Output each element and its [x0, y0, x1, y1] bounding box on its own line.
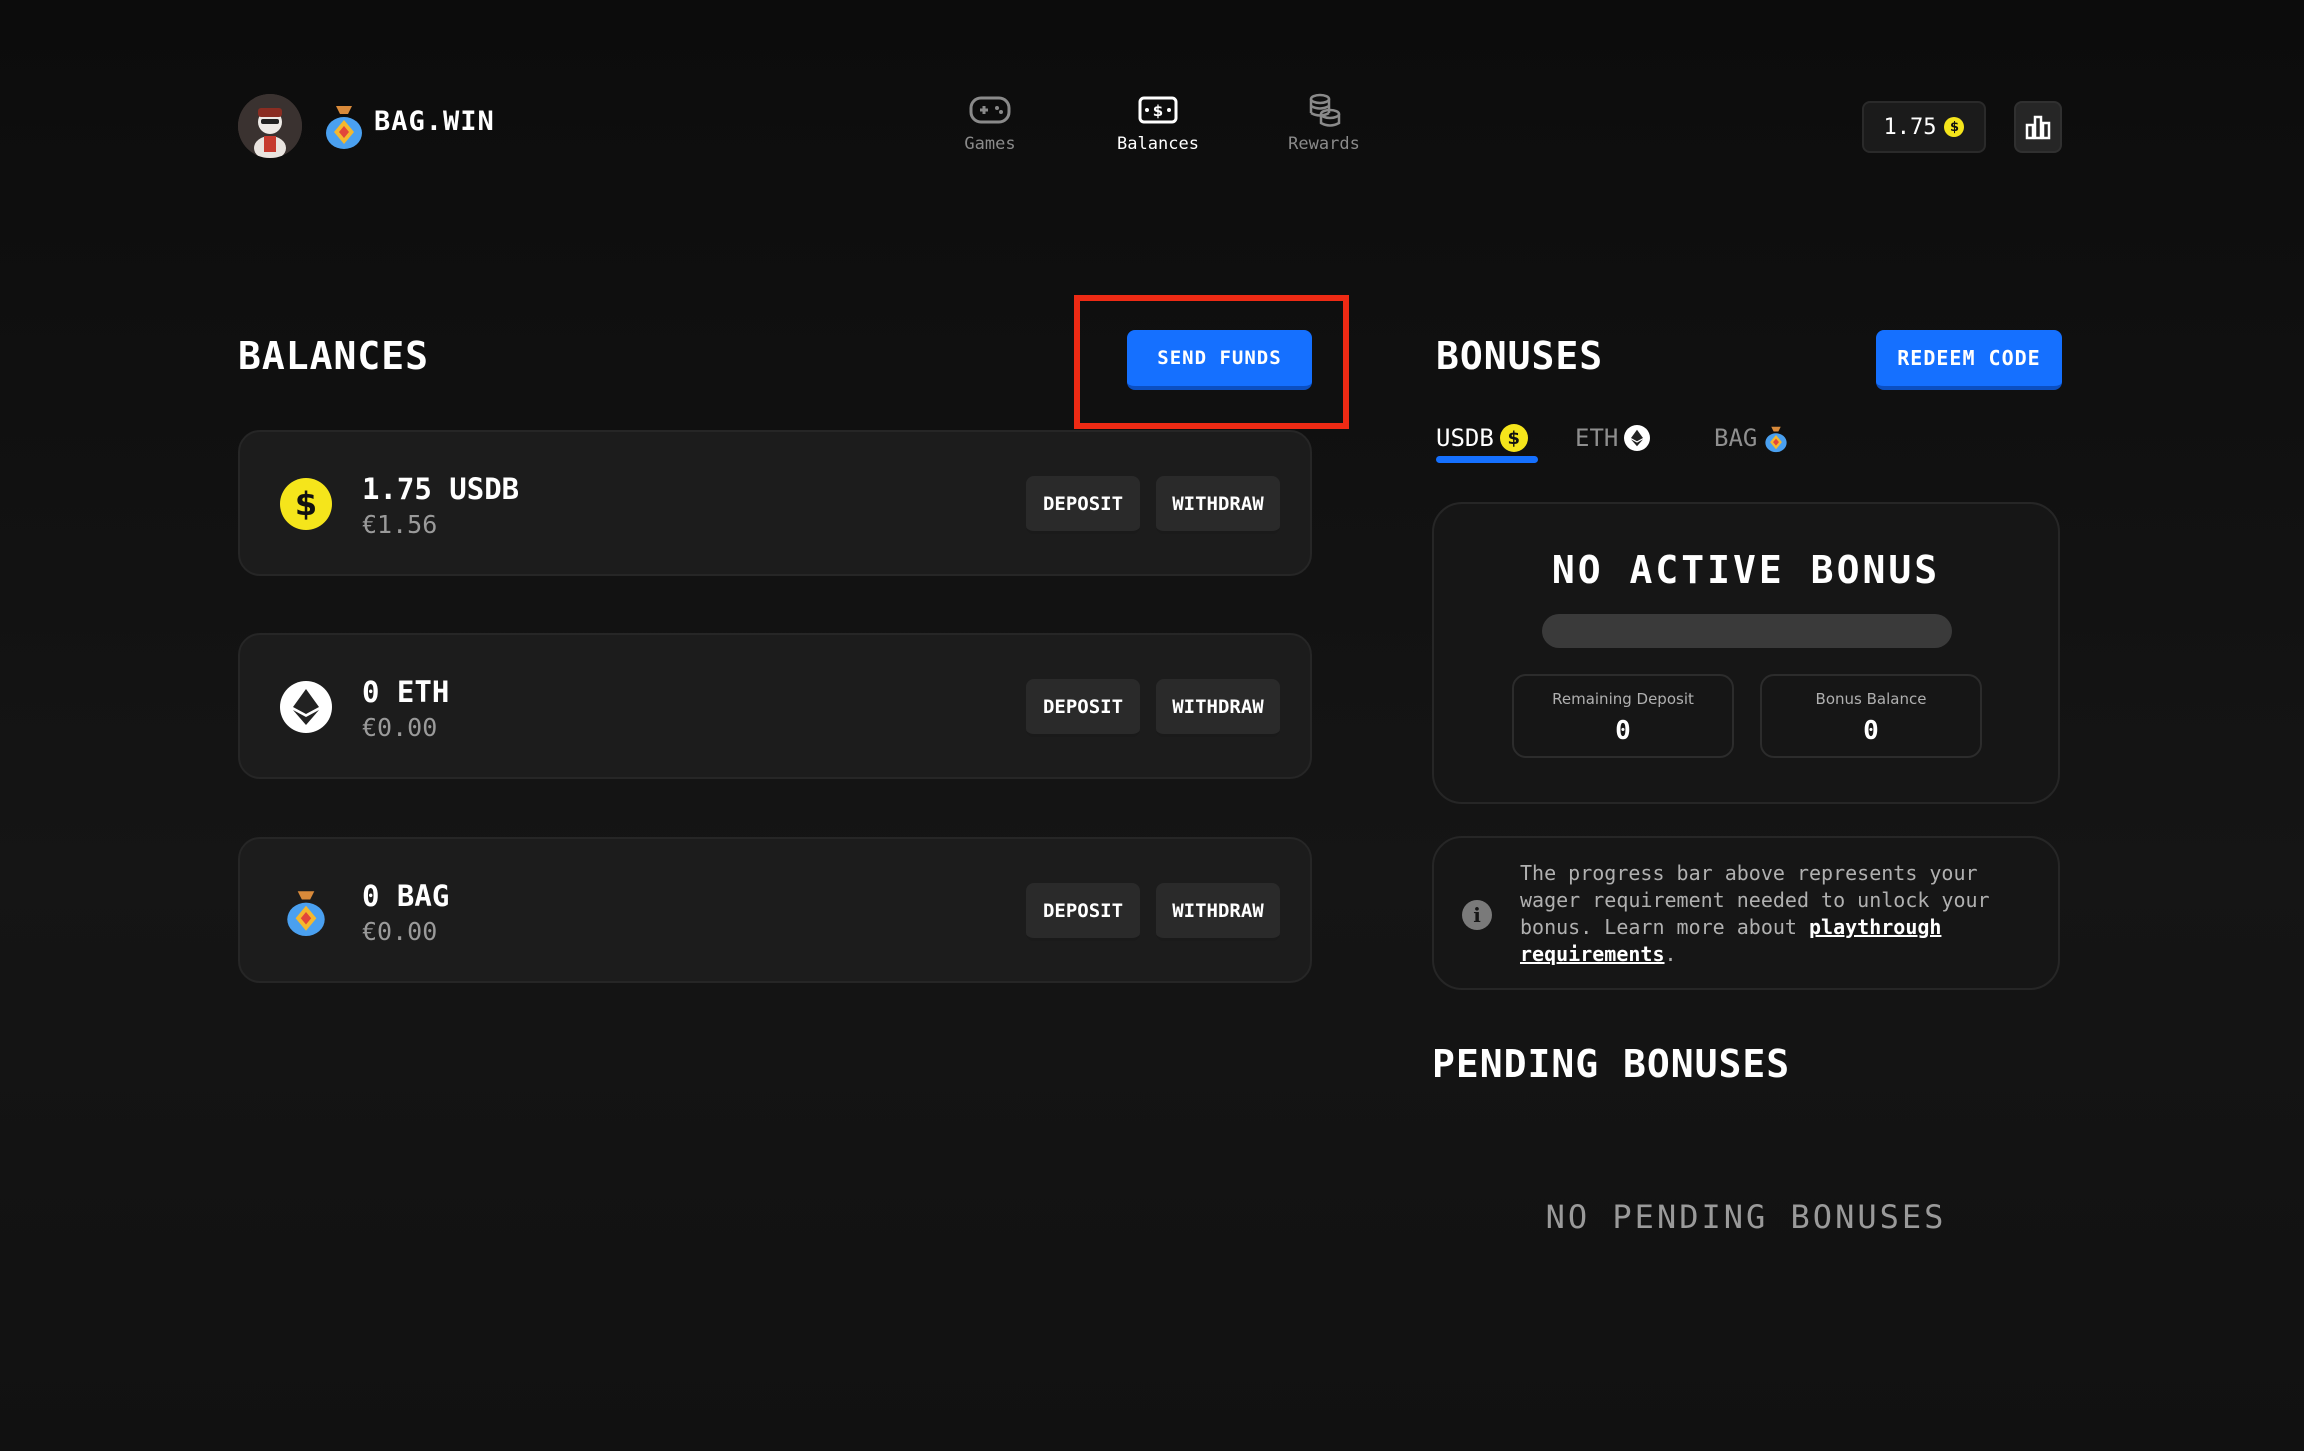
nav-games[interactable]: Games	[920, 92, 1060, 154]
stat-label: Bonus Balance	[1815, 690, 1927, 708]
active-tab-indicator	[1436, 456, 1538, 463]
nav-label: Balances	[1117, 134, 1199, 154]
balance-amount: 0 BAG	[362, 879, 450, 913]
balance-fiat: €0.00	[362, 917, 438, 946]
bag-coin-icon	[1765, 426, 1787, 453]
balances-title: BALANCES	[238, 334, 430, 378]
balance-fiat: €0.00	[362, 713, 438, 742]
wallet-balance-pill[interactable]: 1.75 $	[1862, 101, 1986, 153]
stat-value: 0	[1615, 716, 1631, 746]
send-funds-button[interactable]: SEND FUNDS	[1127, 330, 1312, 390]
bag-coin-icon	[287, 891, 325, 936]
nav-rewards[interactable]: Rewards	[1254, 92, 1394, 154]
playthrough-info-card: i The progress bar above represents your…	[1432, 836, 2060, 990]
usdb-coin-icon: $	[1944, 117, 1965, 137]
nav-balances[interactable]: $ Balances	[1088, 92, 1228, 154]
coins-stack-icon	[1309, 93, 1341, 127]
withdraw-button[interactable]: WITHDRAW	[1156, 476, 1280, 534]
nav-label: Rewards	[1288, 134, 1360, 154]
gamepad-icon	[969, 96, 1011, 124]
usdb-coin-icon: $	[1499, 424, 1528, 452]
balance-fiat: €1.56	[362, 510, 438, 539]
balance-card-usdb: $ 1.75 USDB €1.56 DEPOSIT WITHDRAW	[238, 430, 1312, 576]
bonus-balance-box: Bonus Balance 0	[1760, 674, 1982, 758]
usdb-coin-icon: $	[280, 478, 332, 530]
redeem-code-button[interactable]: REDEEM CODE	[1876, 330, 2062, 390]
leaderboard-button[interactable]	[2014, 101, 2062, 153]
info-icon: i	[1462, 900, 1492, 930]
eth-coin-icon	[280, 681, 332, 733]
withdraw-button[interactable]: WITHDRAW	[1156, 883, 1280, 941]
tab-label: ETH	[1575, 424, 1619, 452]
tab-eth[interactable]: ETH	[1575, 418, 1651, 458]
svg-text:$: $	[1153, 102, 1163, 120]
tab-label: BAG	[1714, 424, 1758, 452]
active-bonus-card: NO ACTIVE BONUS Remaining Deposit 0 Bonu…	[1432, 502, 2060, 804]
info-text-end: .	[1664, 942, 1677, 966]
deposit-button[interactable]: DEPOSIT	[1026, 476, 1140, 534]
balance-amount: 0 ETH	[362, 675, 450, 709]
eth-coin-icon	[1624, 425, 1651, 451]
deposit-button[interactable]: DEPOSIT	[1026, 883, 1140, 941]
deposit-button[interactable]: DEPOSIT	[1026, 679, 1140, 737]
bar-chart-icon	[2025, 115, 2051, 140]
pending-bonuses-title: PENDING BONUSES	[1432, 1042, 1791, 1086]
active-bonus-status: NO ACTIVE BONUS	[1551, 548, 1941, 592]
balance-amount: 1.75 USDB	[362, 472, 520, 506]
remaining-deposit-box: Remaining Deposit 0	[1512, 674, 1734, 758]
wager-progress-bar	[1542, 614, 1952, 648]
top-header: BAG.WIN Games $ Balances Rewards 1.75 $	[0, 0, 2304, 200]
stat-value: 0	[1863, 716, 1879, 746]
tab-bag[interactable]: BAG	[1714, 418, 1789, 458]
balance-card-eth: 0 ETH €0.00 DEPOSIT WITHDRAW	[238, 633, 1312, 779]
tab-label: USDB	[1436, 424, 1494, 452]
tab-usdb[interactable]: USDB $	[1436, 418, 1528, 458]
nav-label: Games	[964, 134, 1016, 154]
stat-label: Remaining Deposit	[1552, 690, 1694, 708]
avatar[interactable]	[238, 94, 302, 158]
money-bag-logo-icon	[326, 106, 362, 149]
wallet-balance-value: 1.75	[1883, 114, 1937, 140]
balance-card-bag: 0 BAG €0.00 DEPOSIT WITHDRAW	[238, 837, 1312, 983]
info-text: The progress bar above represents your w…	[1520, 860, 2040, 968]
bonuses-title: BONUSES	[1436, 334, 1604, 378]
avatar-icon	[238, 94, 302, 158]
brand-name[interactable]: BAG.WIN	[374, 106, 495, 137]
withdraw-button[interactable]: WITHDRAW	[1156, 679, 1280, 737]
no-pending-bonuses-message: NO PENDING BONUSES	[1545, 1198, 1947, 1236]
cash-icon: $	[1138, 96, 1178, 124]
